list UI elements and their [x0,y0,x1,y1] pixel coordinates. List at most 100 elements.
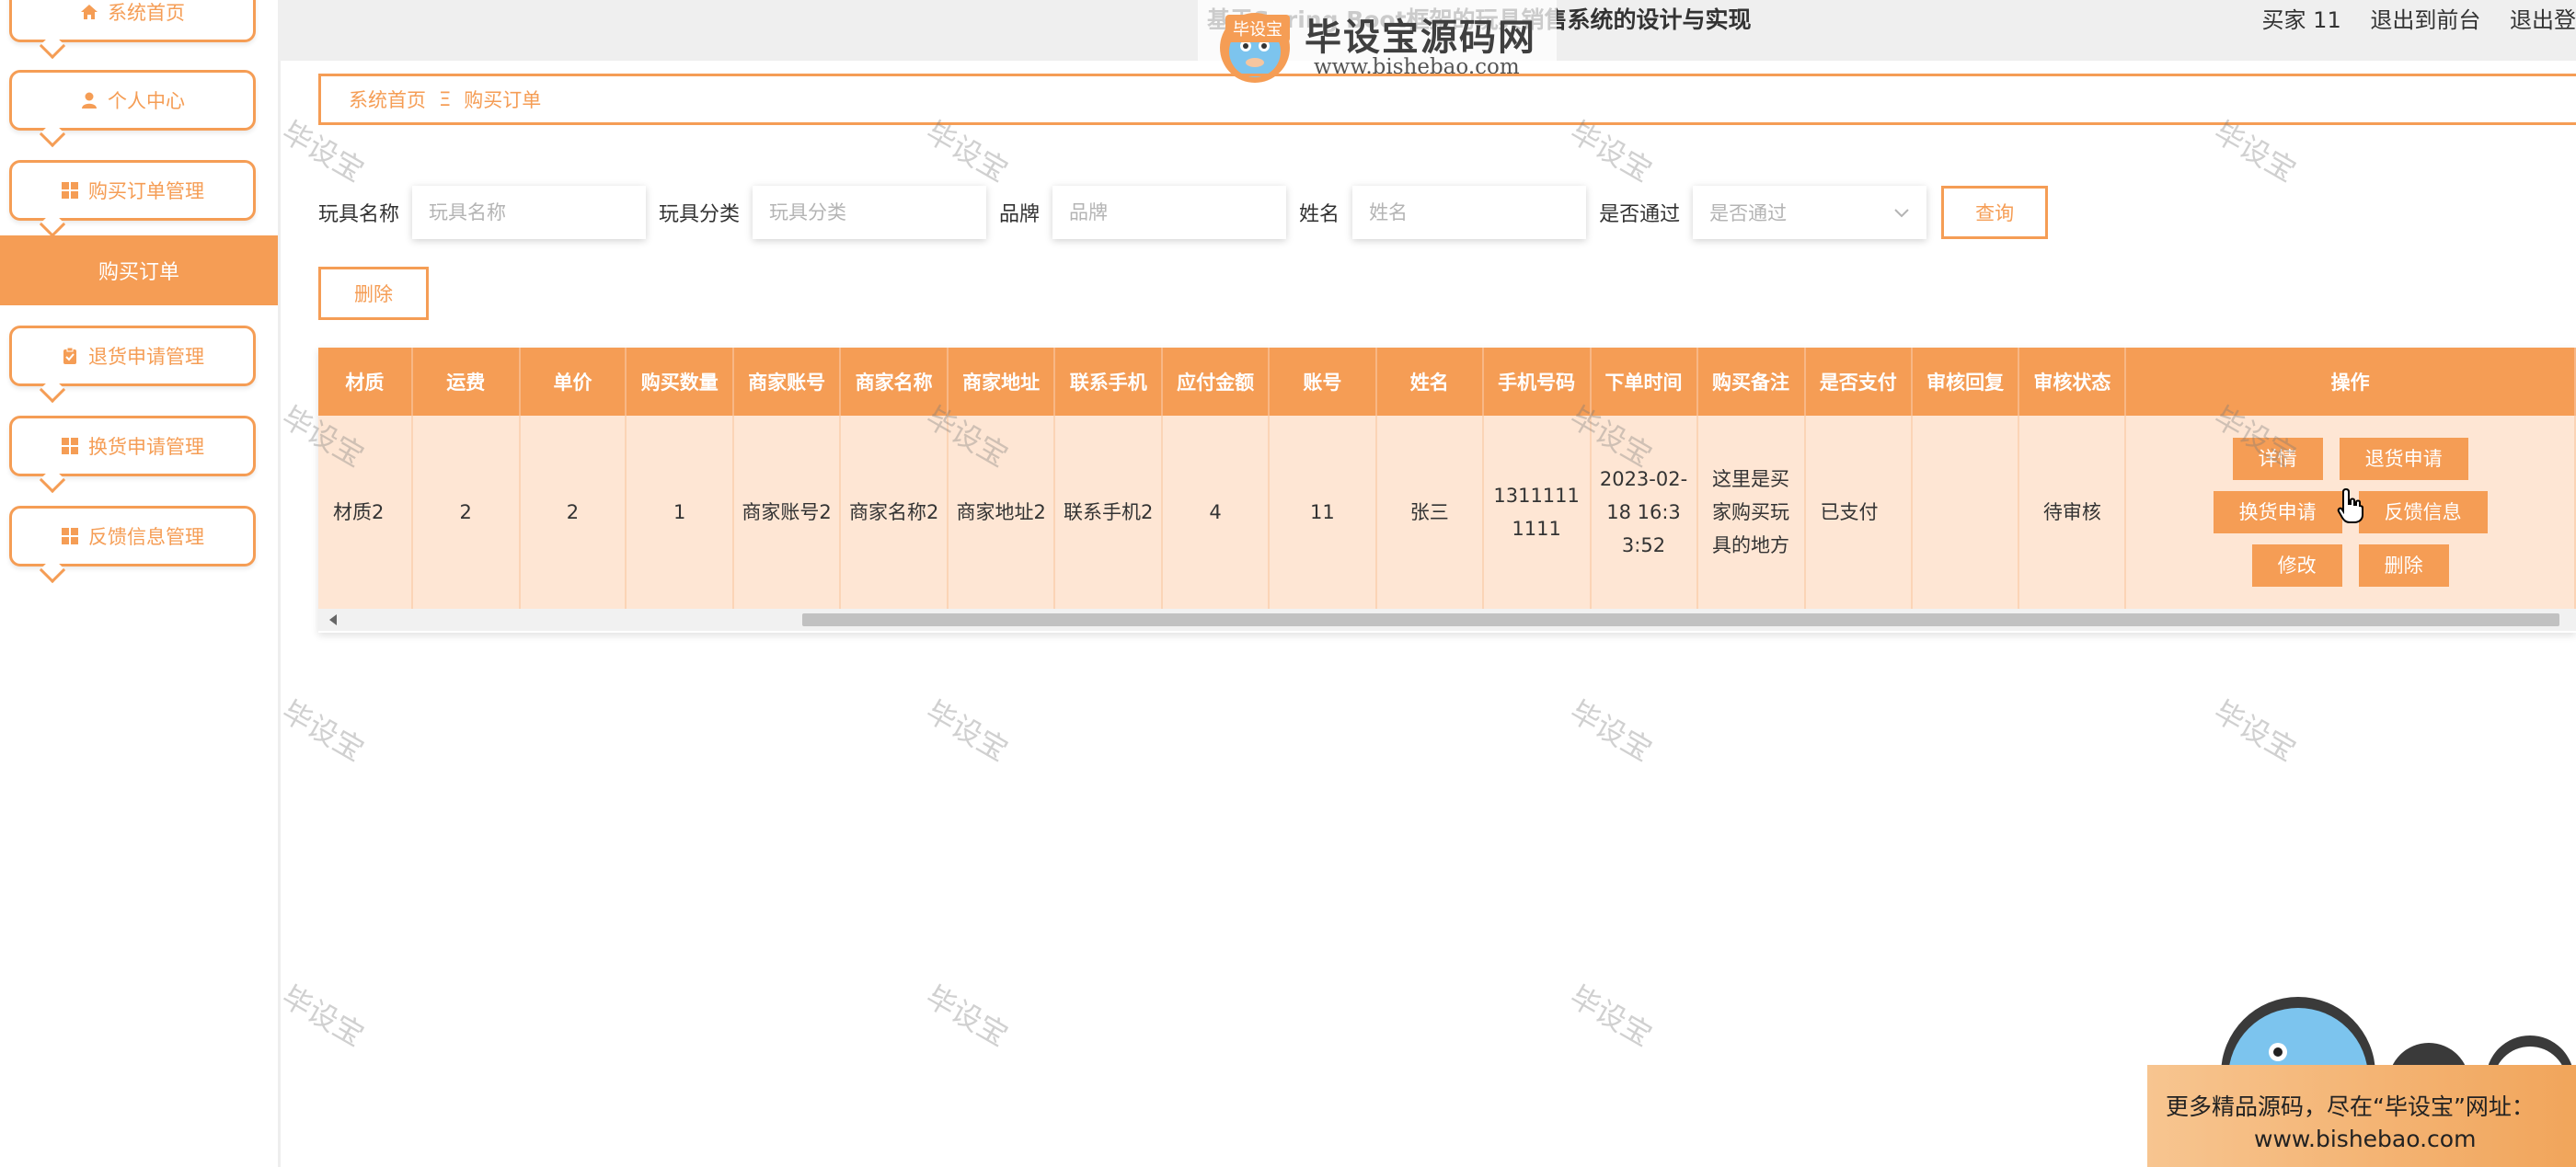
cell-review-reply [1911,416,2020,609]
row-delete-button[interactable]: 删除 [2358,544,2449,587]
approved-select-placeholder: 是否通过 [1709,202,1788,224]
actions-row-3: 修改 删除 [2251,544,2449,587]
column-header: 运费 [411,348,521,416]
table-header-row: 材质 运费 单价 购买数量 商家账号 商家名称 商家地址 联系手机 应付金额 账… [318,348,2576,416]
edit-button[interactable]: 修改 [2251,544,2342,587]
logo-main-text: 毕设宝源码网 [1305,17,1536,59]
sidebar-item-label: 退货申请管理 [88,346,204,368]
cell-amount-due: 4 [1162,416,1270,609]
return-request-button[interactable]: 退货申请 [2339,438,2468,480]
column-header: 姓名 [1375,348,1484,416]
column-header: 购买数量 [626,348,735,416]
user-info: 买家 11 [2261,7,2341,33]
breadcrumb-separator: Ξ [439,88,452,110]
approved-label: 是否通过 [1599,203,1681,226]
watermark-text: 毕设宝 [919,693,1015,769]
cell-merchant-account: 商家账号2 [733,416,842,609]
breadcrumb-home[interactable]: 系统首页 [349,86,426,113]
header-actions: 买家 11 退出到前台 退出登 [2240,0,2576,40]
sidebar-item-orders[interactable]: 购买订单 [0,235,278,305]
cell-account: 11 [1268,416,1377,609]
watermark-text: 毕设宝 [1563,693,1659,769]
cell-merchant-name: 商家名称2 [840,416,949,609]
toy-name-input[interactable] [412,186,647,239]
toy-category-input[interactable] [753,186,987,239]
logout-link[interactable]: 退出登 [2510,7,2576,33]
column-header: 材质 [318,348,413,416]
detail-button[interactable]: 详情 [2232,438,2323,480]
promo-banner[interactable]: 更多精品源码，尽在“毕设宝”网址： www.bishebao.com [2147,1065,2576,1167]
cell-merchant-address: 商家地址2 [948,416,1056,609]
watermark-text: 毕设宝 [2207,693,2303,769]
name-label: 姓名 [1299,203,1340,226]
exchange-request-button[interactable]: 换货申请 [2213,491,2342,533]
toy-name-label: 玩具名称 [318,203,400,226]
column-header: 审核状态 [2018,348,2127,416]
cell-paid: 已支付 [1804,416,1913,609]
sidebar-item-label: 反馈信息管理 [88,526,204,548]
sidebar-item-return-management[interactable]: 退货申请管理 [9,326,256,386]
orders-table-container: 材质 运费 单价 购买数量 商家账号 商家名称 商家地址 联系手机 应付金额 账… [318,348,2576,633]
cell-review-status: 待审核 [2018,416,2127,609]
scroll-left-arrow-icon[interactable] [329,614,337,625]
cell-order-time: 2023-02-18 16:33:52 [1590,416,1698,609]
user-icon [80,91,98,109]
column-header: 审核回复 [1911,348,2020,416]
watermark-text: 毕设宝 [275,693,371,769]
table-row: 材质2 2 2 1 商家账号2 商家名称2 商家地址2 联系手机2 4 11 张… [318,416,2576,609]
logo-tag: 毕设宝 [1225,15,1290,42]
breadcrumb-current: 购买订单 [464,89,542,111]
sidebar-item-home[interactable]: 系统首页 [9,0,256,42]
column-header: 账号 [1268,348,1377,416]
cell-remark: 这里是买家购买玩具的地方 [1696,416,1806,609]
column-header: 下单时间 [1590,348,1698,416]
query-button[interactable]: 查询 [1941,186,2049,239]
name-input[interactable] [1352,186,1587,239]
sidebar: 系统首页 个人中心 购买订单管理 购买订单 退货申请管理 换货申请管理 反馈信息… [0,0,281,1167]
mascot-icon [2221,997,2574,1074]
column-header: 购买备注 [1696,348,1806,416]
watermark-text: 毕设宝 [919,978,1015,1054]
horizontal-scrollbar[interactable] [318,609,2576,631]
sidebar-item-feedback-management[interactable]: 反馈信息管理 [9,506,256,566]
sidebar-item-exchange-management[interactable]: 换货申请管理 [9,416,256,476]
sidebar-item-label: 系统首页 [108,2,185,24]
column-header: 应付金额 [1162,348,1270,416]
orders-table: 材质 运费 单价 购买数量 商家账号 商家名称 商家地址 联系手机 应付金额 账… [318,348,2576,609]
sidebar-item-label: 购买订单管理 [88,180,204,202]
brand-label: 品牌 [999,203,1041,226]
sidebar-item-label: 购买订单 [98,261,179,284]
actions-row-1: 详情 退货申请 [2232,438,2468,480]
grid-icon [61,437,79,455]
cell-shipping: 2 [411,416,521,609]
sidebar-item-order-management[interactable]: 购买订单管理 [9,160,256,221]
column-header: 操作 [2125,348,2576,416]
breadcrumb: 系统首页 Ξ 购买订单 [318,74,2576,125]
home-icon [80,3,98,21]
watermark-text: 毕设宝 [275,978,371,1054]
back-to-front-link[interactable]: 退出到前台 [2370,7,2480,33]
banner-text-line2: www.bishebao.com [2254,1126,2477,1152]
column-header: 单价 [519,348,627,416]
approved-select[interactable]: 是否通过 [1693,186,1927,239]
scrollbar-thumb[interactable] [802,613,2559,626]
sidebar-item-profile[interactable]: 个人中心 [9,70,256,131]
hand-cursor-icon [2337,487,2363,523]
column-header: 商家名称 [840,348,949,416]
batch-delete-button[interactable]: 删除 [318,267,429,320]
column-header: 商家地址 [948,348,1056,416]
cell-contact-phone: 联系手机2 [1054,416,1164,609]
toy-category-label: 玩具分类 [659,203,741,226]
feedback-button[interactable]: 反馈信息 [2358,491,2488,533]
banner-text-line1: 更多精品源码，尽在“毕设宝”网址： [2166,1093,2535,1120]
grid-icon [61,527,79,545]
grid-icon [61,181,79,200]
column-header: 手机号码 [1482,348,1592,416]
column-header: 是否支付 [1804,348,1913,416]
cell-unit-price: 2 [519,416,627,609]
cell-phone: 13111111111 [1482,416,1592,609]
cell-name: 张三 [1375,416,1484,609]
brand-input[interactable] [1052,186,1287,239]
sidebar-item-label: 换货申请管理 [88,436,204,458]
cell-material: 材质2 [318,416,413,609]
